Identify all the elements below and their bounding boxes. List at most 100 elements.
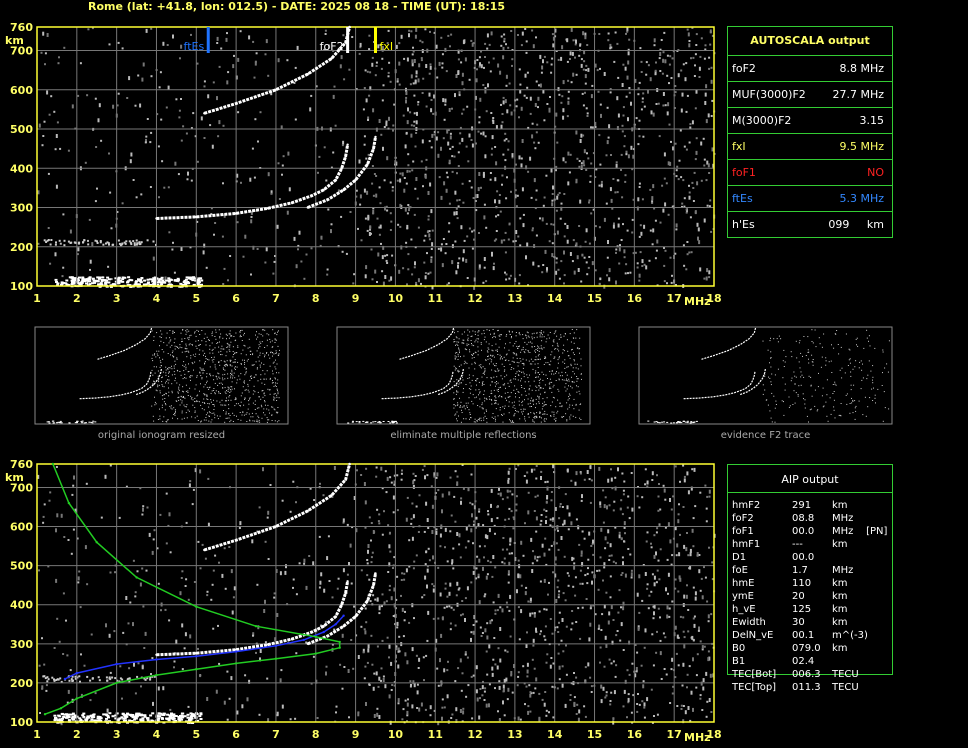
autoscala-param-value: 099 km — [828, 218, 884, 231]
autoscala-output-table: AUTOSCALA output foF2 8.8 MHz MUF(3000)F2 2… — [727, 26, 893, 238]
y-tick-label: 400 — [10, 162, 33, 175]
autoscala-row: fxI 9.5 MHz — [728, 133, 892, 160]
aip-param-name: DelN_vE — [732, 630, 774, 641]
aip-param-name: foF1 — [732, 526, 754, 537]
x-tick-label: 7 — [272, 728, 280, 741]
x-tick-label: 3 — [113, 292, 121, 305]
data-point — [342, 188, 345, 192]
data-point — [63, 677, 67, 681]
data-point — [115, 662, 118, 666]
x-tick-label: 9 — [352, 728, 360, 741]
y-tick-label: 100 — [10, 716, 33, 729]
aip-param-name: B1 — [732, 656, 746, 667]
data-point — [155, 653, 158, 656]
y-tick-label: 300 — [10, 202, 33, 215]
aip-param-value: 1.7 — [792, 565, 808, 576]
data-point — [135, 576, 138, 579]
noise-speckle — [37, 27, 716, 290]
data-point — [314, 635, 317, 638]
aip-param-value: 110 — [792, 578, 812, 589]
data-point — [306, 509, 309, 513]
y-tick-label: 760 — [10, 458, 33, 471]
autoscala-param-name: M(3000)F2 — [732, 114, 792, 127]
data-point — [306, 642, 309, 645]
data-point — [43, 713, 47, 716]
x-tick-label: 8 — [312, 292, 320, 305]
series-4 — [43, 462, 341, 716]
aip-param-value: 291 — [792, 500, 812, 511]
data-point — [334, 615, 337, 618]
data-point — [354, 615, 357, 618]
aip-param-unit: km — [832, 591, 848, 602]
aip-param-name: hmF2 — [732, 500, 761, 511]
x-tick-label: 16 — [627, 292, 643, 305]
data-point — [374, 135, 377, 139]
autoscala-param-value: 3.15 — [859, 114, 885, 127]
aip-param-name: foF2 — [732, 513, 754, 524]
data-point — [348, 462, 351, 466]
data-point — [372, 584, 375, 587]
x-tick-label: 14 — [547, 728, 563, 741]
data-point — [254, 625, 258, 628]
autoscala-param-name: h'Es — [732, 218, 755, 231]
data-point — [155, 658, 158, 661]
data-point — [195, 655, 198, 658]
data-point — [340, 167, 343, 170]
data-point — [67, 501, 71, 505]
x-tick-label: 4 — [153, 292, 161, 305]
data-point — [334, 178, 337, 182]
aip-param-name: TEC[Top] — [732, 682, 777, 693]
aip-title: AIP output — [781, 473, 839, 486]
autoscala-param-name: foF2 — [732, 62, 756, 75]
autoscala-param-value: 9.5 MHz — [839, 140, 884, 153]
data-point — [274, 88, 278, 92]
y-tick-label: 600 — [10, 521, 33, 534]
x-tick-label: 13 — [507, 292, 522, 305]
data-point — [195, 605, 198, 608]
aip-param-value: 125 — [792, 604, 812, 615]
x-tick-label: 2 — [73, 728, 81, 741]
autoscala-row: h'Es 099 km — [728, 211, 892, 238]
noise-speckle — [37, 464, 716, 726]
data-point — [155, 217, 158, 220]
data-point — [234, 650, 238, 653]
thumb-caption-eliminate: eliminate multiple reflections — [390, 430, 537, 441]
aip-param-value: 00.0 — [792, 552, 815, 563]
aip-param-name: D1 — [732, 552, 747, 563]
x-axis-label: MHz — [684, 295, 711, 308]
x-tick-label: 2 — [73, 292, 81, 305]
data-point — [274, 525, 278, 528]
data-point — [155, 673, 158, 677]
y-axis-label: km — [5, 471, 24, 484]
y-tick-label: 300 — [10, 638, 33, 651]
aip-param-unit: m^(-3) — [832, 630, 868, 641]
y-tick-label: 760 — [10, 21, 33, 34]
data-point — [374, 572, 377, 575]
x-tick-label: 5 — [192, 728, 200, 741]
aip-param-name: foE — [732, 565, 748, 576]
autoscala-row: foF2 8.8 MHz — [728, 55, 892, 82]
x-tick-label: 6 — [232, 728, 240, 741]
data-point — [290, 201, 294, 204]
aip-param-unit: km — [832, 539, 848, 550]
data-point — [203, 548, 206, 552]
y-tick-label: 500 — [10, 123, 33, 136]
series-2 — [203, 462, 352, 552]
data-point — [314, 652, 317, 655]
y-tick-label: 200 — [10, 241, 33, 254]
x-tick-label: 4 — [153, 728, 161, 741]
data-point — [344, 591, 347, 595]
x-tick-label: 10 — [388, 292, 404, 305]
autoscala-row: M(3000)F2 3.15 — [728, 107, 892, 134]
data-point — [344, 478, 347, 481]
data-point — [322, 188, 325, 192]
y-tick-label: 100 — [10, 280, 33, 293]
x-tick-label: 11 — [428, 292, 443, 305]
data-point — [346, 143, 349, 146]
data-point — [354, 178, 357, 182]
data-point — [195, 215, 198, 219]
data-point — [340, 603, 343, 606]
data-point — [338, 640, 341, 644]
data-point — [366, 163, 369, 166]
aip-param-value: 30 — [792, 617, 805, 628]
